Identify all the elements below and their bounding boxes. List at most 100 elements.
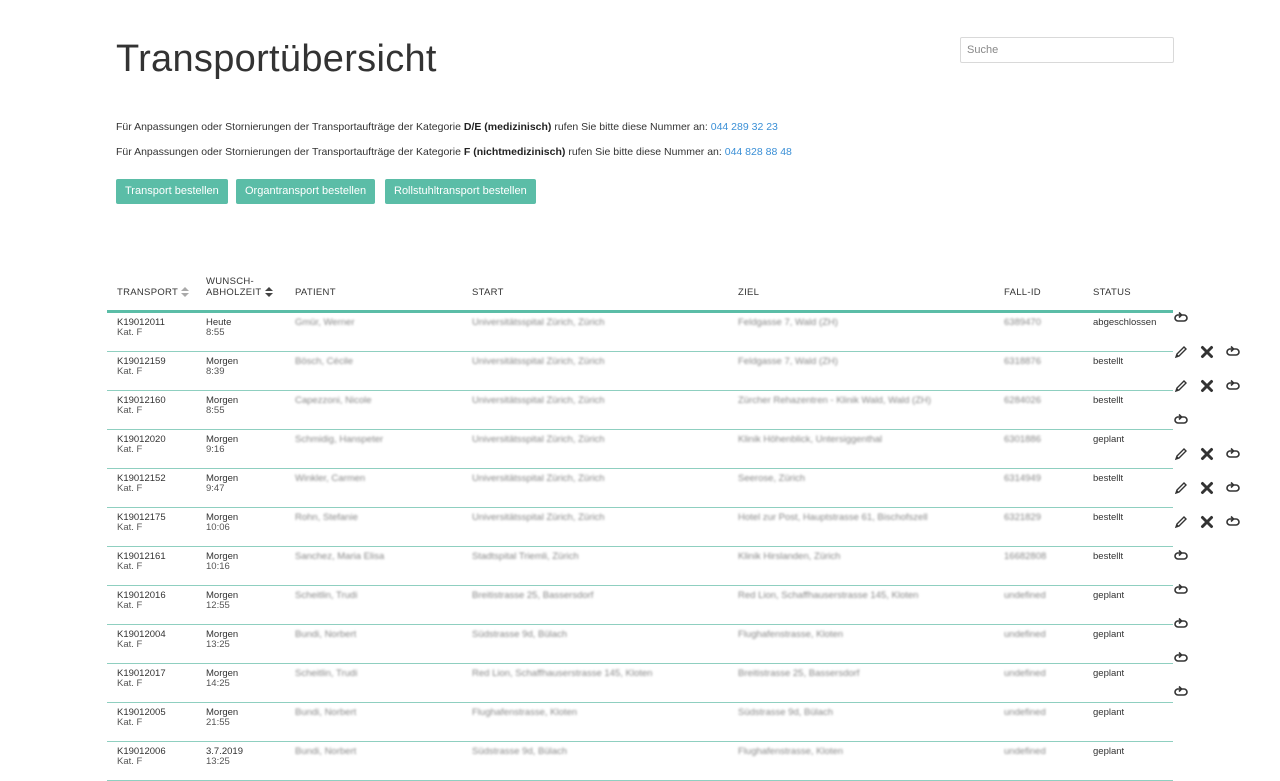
pickup-time: 13:25 bbox=[206, 756, 230, 767]
case-id: undefined bbox=[1004, 707, 1046, 718]
table-row[interactable]: K19012016 Kat. F Morgen 12:55 Scheitlin, Tru… bbox=[107, 585, 1173, 625]
patient-name: Winkler, Carmen bbox=[295, 473, 366, 484]
patient-name: Bundi, Norbert bbox=[295, 629, 357, 640]
repeat-icon[interactable] bbox=[1173, 650, 1189, 666]
cell-case-id: 6389470 bbox=[994, 311, 1083, 352]
sort-icon[interactable] bbox=[264, 287, 273, 298]
cell-status: geplant bbox=[1083, 741, 1173, 781]
repeat-icon[interactable] bbox=[1173, 548, 1189, 564]
cell-status: geplant bbox=[1083, 663, 1173, 703]
pencil-icon[interactable] bbox=[1173, 514, 1189, 530]
cell-start: Universitätsspital Zürich, Zürich bbox=[462, 507, 728, 547]
table-row[interactable]: K19012161 Kat. F Morgen 10:16 Sanchez, Maria… bbox=[107, 546, 1173, 586]
cell-pickup-time: Morgen 9:16 bbox=[196, 429, 285, 469]
case-id: 6389470 bbox=[1004, 317, 1041, 328]
table-row[interactable]: K19012004 Kat. F Morgen 13:25 Bundi, Norbert… bbox=[107, 624, 1173, 664]
cell-start: Breitistrasse 25, Bassersdorf bbox=[462, 585, 728, 625]
pencil-icon[interactable] bbox=[1173, 480, 1189, 496]
cell-transport: K19012161 Kat. F bbox=[107, 546, 196, 586]
cell-transport: K19012152 Kat. F bbox=[107, 468, 196, 508]
case-id: 6321829 bbox=[1004, 512, 1041, 523]
pencil-icon[interactable] bbox=[1173, 446, 1189, 462]
cell-case-id: undefined bbox=[994, 663, 1083, 703]
row-actions bbox=[1173, 480, 1243, 496]
patient-name: Gmür, Werner bbox=[295, 317, 355, 328]
transport-category: Kat. F bbox=[117, 600, 143, 611]
table-row[interactable]: K19012017 Kat. F Morgen 14:25 Scheitlin, Tru… bbox=[107, 663, 1173, 703]
cell-destination: Klinik Höhenblick, Untersiggenthal bbox=[728, 429, 994, 469]
cell-start: Universitätsspital Zürich, Zürich bbox=[462, 468, 728, 508]
repeat-icon[interactable] bbox=[1173, 684, 1189, 700]
cell-transport: K19012004 Kat. F bbox=[107, 624, 196, 664]
start-location: Universitätsspital Zürich, Zürich bbox=[472, 434, 605, 445]
cell-transport: K19012016 Kat. F bbox=[107, 585, 196, 625]
repeat-icon[interactable] bbox=[1173, 412, 1189, 428]
cross-icon[interactable] bbox=[1199, 480, 1215, 496]
repeat-icon[interactable] bbox=[1225, 378, 1241, 394]
search-input[interactable] bbox=[960, 37, 1174, 63]
info-line-text: rufen Sie bitte diese Nummer an: bbox=[565, 146, 725, 158]
cell-destination: Breitistrasse 25, Bassersdorf bbox=[728, 663, 994, 703]
start-location: Stadtspital Triemli, Zürich bbox=[472, 551, 579, 562]
cross-icon[interactable] bbox=[1199, 514, 1215, 530]
cell-patient: Capezzoni, Nicole bbox=[285, 390, 462, 430]
status-text: geplant bbox=[1093, 590, 1125, 601]
table-row[interactable]: K19012011 Kat. F Heute 8:55 Gmür, Werner Univ… bbox=[107, 311, 1173, 352]
cell-start: Universitätsspital Zürich, Zürich bbox=[462, 429, 728, 469]
pencil-icon[interactable] bbox=[1173, 378, 1189, 394]
cross-icon[interactable] bbox=[1199, 446, 1215, 462]
cell-patient: Gmür, Werner bbox=[285, 311, 462, 352]
pencil-icon[interactable] bbox=[1173, 344, 1189, 360]
destination-location: Feldgasse 7, Wald (ZH) bbox=[738, 317, 838, 328]
cross-icon[interactable] bbox=[1199, 378, 1215, 394]
cell-destination: Hotel zur Post, Hauptstrasse 61, Bischof… bbox=[728, 507, 994, 547]
status-text: bestellt bbox=[1093, 473, 1124, 484]
status-text: abgeschlossen bbox=[1093, 317, 1157, 328]
cell-pickup-time: Morgen 10:16 bbox=[196, 546, 285, 586]
repeat-icon[interactable] bbox=[1173, 616, 1189, 632]
cell-status: abgeschlossen bbox=[1083, 311, 1173, 352]
cell-destination: Südstrasse 9d, Bülach bbox=[728, 702, 994, 742]
repeat-icon[interactable] bbox=[1173, 310, 1189, 326]
cell-destination: Seerose, Zürich bbox=[728, 468, 994, 508]
column-header-label: TRANSPORT bbox=[117, 287, 179, 298]
repeat-icon[interactable] bbox=[1225, 446, 1241, 462]
table-row[interactable]: K19012020 Kat. F Morgen 9:16 Schmidig, Hansp… bbox=[107, 429, 1173, 469]
cell-patient: Sanchez, Maria Elisa bbox=[285, 546, 462, 586]
table-row[interactable]: K19012006 Kat. F 3.7.2019 13:25 Bundi, Norbe… bbox=[107, 741, 1173, 781]
destination-location: Klinik Höhenblick, Untersiggenthal bbox=[738, 434, 883, 445]
order-transport-button[interactable]: Transport bestellen bbox=[116, 179, 228, 204]
patient-name: Bundi, Norbert bbox=[295, 707, 357, 718]
table-row[interactable]: K19012175 Kat. F Morgen 10:06 Rohn, Stefanie… bbox=[107, 507, 1173, 547]
start-location: Universitätsspital Zürich, Zürich bbox=[472, 395, 605, 406]
start-location: Flughafenstrasse, Kloten bbox=[472, 707, 578, 718]
transport-category: Kat. F bbox=[117, 561, 143, 572]
order-wheelchair-transport-button[interactable]: Rollstuhltransport bestellen bbox=[385, 179, 536, 204]
cell-pickup-time: Morgen 14:25 bbox=[196, 663, 285, 703]
table-row[interactable]: K19012152 Kat. F Morgen 9:47 Winkler, Carmen… bbox=[107, 468, 1173, 508]
repeat-icon[interactable] bbox=[1225, 480, 1241, 496]
sort-icon[interactable] bbox=[181, 287, 190, 298]
cell-transport: K19012011 Kat. F bbox=[107, 311, 196, 352]
transport-category: Kat. F bbox=[117, 639, 143, 650]
cell-transport: K19012006 Kat. F bbox=[107, 741, 196, 781]
cross-icon[interactable] bbox=[1199, 344, 1215, 360]
table-row[interactable]: K19012005 Kat. F Morgen 21:55 Bundi, Norbert… bbox=[107, 702, 1173, 742]
phone-link-medical[interactable]: 044 289 32 23 bbox=[711, 121, 778, 133]
phone-link-nonmedical[interactable]: 044 828 88 48 bbox=[725, 146, 792, 158]
column-header-transport[interactable]: TRANSPORT bbox=[107, 252, 196, 313]
case-id: undefined bbox=[1004, 590, 1046, 601]
repeat-icon[interactable] bbox=[1173, 582, 1189, 598]
table-row[interactable]: K19012159 Kat. F Morgen 8:39 Bösch, Cécile Un… bbox=[107, 351, 1173, 391]
order-organ-transport-button[interactable]: Organtransport bestellen bbox=[236, 179, 376, 204]
repeat-icon[interactable] bbox=[1225, 344, 1241, 360]
transport-category: Kat. F bbox=[117, 366, 143, 377]
case-id: 6284026 bbox=[1004, 395, 1041, 406]
table-row[interactable]: K19012160 Kat. F Morgen 8:55 Capezzoni, Nico… bbox=[107, 390, 1173, 430]
cell-transport: K19012160 Kat. F bbox=[107, 390, 196, 430]
row-actions bbox=[1173, 378, 1243, 394]
patient-name: Scheitlin, Trudi bbox=[295, 590, 358, 601]
repeat-icon[interactable] bbox=[1225, 514, 1241, 530]
column-header-pickup-time[interactable]: WUNSCH- ABHOLZEIT bbox=[196, 252, 285, 313]
case-id: 6318876 bbox=[1004, 356, 1041, 367]
